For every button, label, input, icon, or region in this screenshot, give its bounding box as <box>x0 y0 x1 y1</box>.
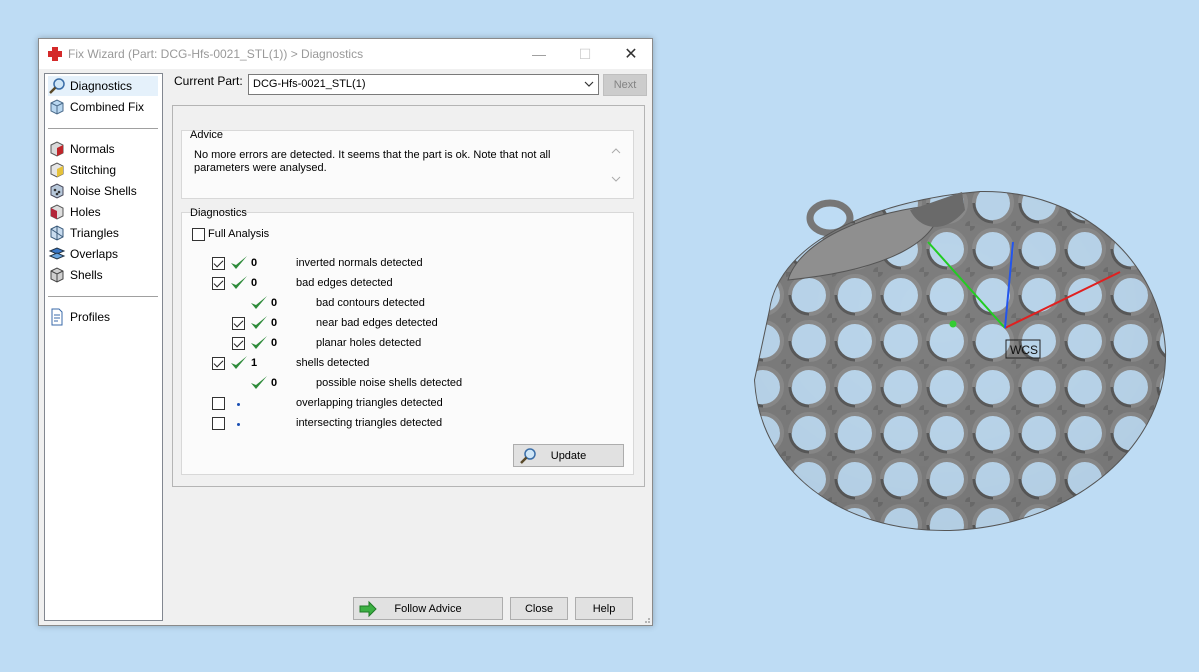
current-part-label: Current Part: <box>174 74 243 88</box>
follow-advice-button[interactable]: Follow Advice <box>353 597 503 620</box>
diagnostic-label: bad edges detected <box>296 277 393 289</box>
close-button[interactable]: Close <box>510 597 568 620</box>
count-value: 0 <box>271 317 278 329</box>
magnifier-icon <box>49 78 65 94</box>
sidebar-item-shells[interactable]: Shells <box>48 265 158 285</box>
sidebar-item-label: Profiles <box>70 310 111 324</box>
sidebar-item-label: Diagnostics <box>70 79 133 93</box>
app-cross-icon <box>48 47 62 61</box>
sidebar-item-triangles[interactable]: Triangles <box>48 223 158 243</box>
sidebar-divider <box>48 128 158 129</box>
sidebar-item-label: Holes <box>70 205 101 219</box>
fix-wizard-dialog: Fix Wizard (Part: DCG-Hfs-0021_STL(1)) >… <box>38 38 653 626</box>
green-check-icon <box>251 376 267 389</box>
intersecting-triangles-checkbox[interactable] <box>212 417 225 430</box>
diagnostic-label: possible noise shells detected <box>316 377 463 389</box>
help-button[interactable]: Help <box>575 597 633 620</box>
count-value: 0 <box>271 337 278 349</box>
sidebar-item-holes[interactable]: Holes <box>48 202 158 222</box>
diagnostics-title: Diagnostics <box>190 207 247 219</box>
diagnostics-group: Diagnostics Full Analysis 0 inverted nor… <box>181 207 634 475</box>
overlapping-triangles-checkbox[interactable] <box>212 397 225 410</box>
window-title: Fix Wizard (Part: DCG-Hfs-0021_STL(1)) >… <box>68 47 364 61</box>
holes-icon <box>50 204 64 220</box>
magnifier-icon <box>520 448 536 464</box>
next-button[interactable]: Next <box>603 74 647 96</box>
chevron-down-icon <box>584 81 594 87</box>
diagnostic-label: inverted normals detected <box>296 257 423 269</box>
current-part-select[interactable]: DCG-Hfs-0021_STL(1) <box>248 74 599 95</box>
diagnostics-panel: Advice No more errors are detected. It s… <box>172 105 645 487</box>
maximize-button[interactable]: ☐ <box>562 39 608 69</box>
noise-shells-icon <box>50 183 64 199</box>
current-part-value: DCG-Hfs-0021_STL(1) <box>253 78 366 90</box>
scroll-down-icon[interactable] <box>611 175 621 183</box>
diagnostic-label: planar holes detected <box>316 337 422 349</box>
sidebar-item-overlaps[interactable]: Overlaps <box>48 244 158 264</box>
count-value: 0 <box>251 257 258 269</box>
sidebar-item-stitching[interactable]: Stitching <box>48 160 158 180</box>
sidebar-item-label: Stitching <box>70 163 117 177</box>
diagnostic-label: intersecting triangles detected <box>296 417 443 429</box>
sidebar-item-label: Noise Shells <box>70 184 137 198</box>
overlaps-icon <box>48 247 66 260</box>
sidebar-item-label: Triangles <box>70 226 119 240</box>
stitching-icon <box>50 162 64 178</box>
sidebar-item-label: Normals <box>70 142 115 156</box>
count-value: 0 <box>271 297 278 309</box>
close-window-button[interactable]: ✕ <box>608 39 654 69</box>
shells-icon <box>50 267 64 283</box>
title-bar[interactable]: Fix Wizard (Part: DCG-Hfs-0021_STL(1)) >… <box>39 39 652 69</box>
green-check-icon <box>231 356 247 369</box>
full-analysis-label: Full Analysis <box>208 228 270 240</box>
advice-group: Advice No more errors are detected. It s… <box>181 129 634 199</box>
wcs-label: WCS <box>1010 343 1038 357</box>
sidebar-item-combined-fix[interactable]: Combined Fix <box>48 97 158 117</box>
sidebar-item-label: Overlaps <box>70 247 119 261</box>
full-analysis-checkbox[interactable] <box>192 228 205 241</box>
green-check-icon <box>231 276 247 289</box>
minimize-button[interactable]: — <box>516 39 562 69</box>
advice-title: Advice <box>190 129 224 141</box>
green-check-icon <box>251 296 267 309</box>
diagnostic-label: near bad edges detected <box>316 317 438 329</box>
count-value: 1 <box>251 357 258 369</box>
scroll-up-icon[interactable] <box>611 147 621 155</box>
near-bad-edges-checkbox[interactable] <box>232 317 245 330</box>
resize-grip-icon[interactable] <box>641 614 651 624</box>
count-value: 0 <box>251 277 258 289</box>
bad-edges-checkbox[interactable] <box>212 277 225 290</box>
wizard-sidebar: Diagnostics Combined Fix Normals Stitchi… <box>44 73 163 621</box>
update-button[interactable]: Update <box>513 444 624 467</box>
green-arrow-icon <box>359 600 377 618</box>
diagnostic-label: overlapping triangles detected <box>296 397 443 409</box>
pending-dot-icon <box>237 423 240 426</box>
3d-model-view[interactable]: WCS <box>740 180 1180 550</box>
planar-holes-checkbox[interactable] <box>232 337 245 350</box>
cube-icon <box>50 99 64 115</box>
follow-advice-label: Follow Advice <box>394 602 462 615</box>
shells-checkbox[interactable] <box>212 357 225 370</box>
triangles-icon <box>50 225 64 241</box>
sidebar-item-noise-shells[interactable]: Noise Shells <box>48 181 158 201</box>
green-check-icon <box>251 316 267 329</box>
document-icon <box>51 308 63 326</box>
sidebar-item-diagnostics[interactable]: Diagnostics <box>48 76 158 96</box>
diagnostic-label: bad contours detected <box>316 297 425 309</box>
sidebar-item-label: Shells <box>70 268 103 282</box>
green-check-icon <box>231 256 247 269</box>
pending-dot-icon <box>237 403 240 406</box>
normals-icon <box>50 141 64 157</box>
green-check-icon <box>251 336 267 349</box>
sidebar-item-normals[interactable]: Normals <box>48 139 158 159</box>
sidebar-item-label: Combined Fix <box>70 100 145 114</box>
inverted-normals-checkbox[interactable] <box>212 257 225 270</box>
sidebar-divider <box>48 296 158 297</box>
sidebar-item-profiles[interactable]: Profiles <box>48 307 158 327</box>
advice-text: No more errors are detected. It seems th… <box>194 149 551 174</box>
diagnostic-label: shells detected <box>296 357 370 369</box>
update-label: Update <box>550 449 587 462</box>
count-value: 0 <box>271 377 278 389</box>
